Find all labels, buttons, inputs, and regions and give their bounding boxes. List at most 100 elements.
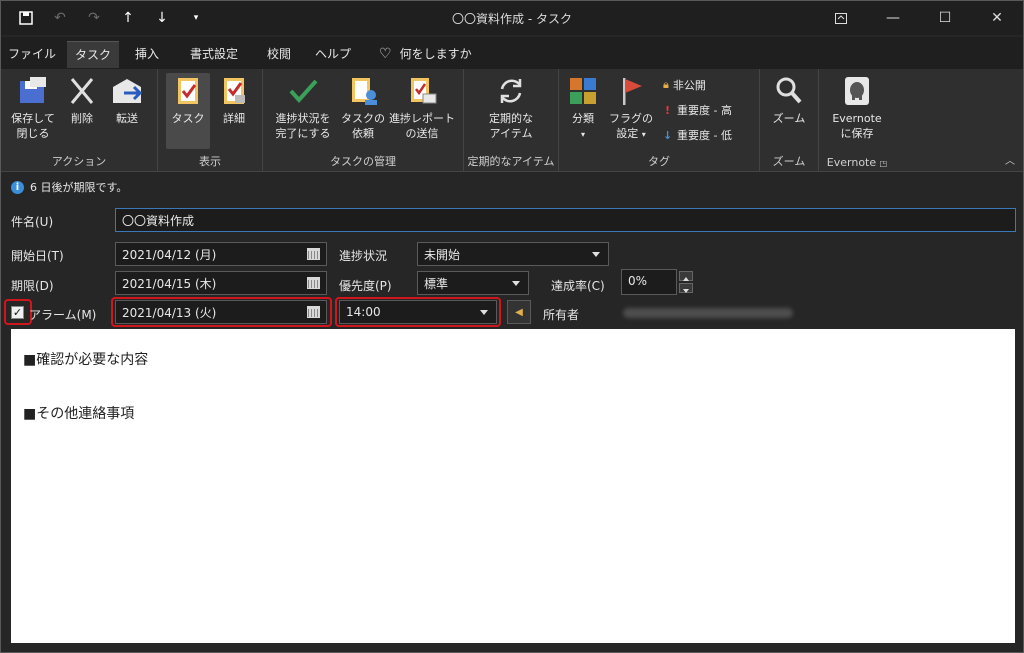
- private-label: 非公開: [672, 79, 706, 92]
- calendar-icon[interactable]: [307, 306, 320, 318]
- group-show: タスク 詳細 表示: [158, 69, 263, 171]
- flag-label-2: 設定: [616, 127, 639, 140]
- mark-complete-button[interactable]: 進捗状況を 完了にする: [269, 73, 337, 141]
- high-importance-button[interactable]: ! 重要度 - 高: [665, 102, 732, 118]
- magnifier-icon: [776, 77, 802, 104]
- evernote-icon: [845, 77, 869, 105]
- tell-me-search[interactable]: ♡ 何をしますか: [379, 41, 479, 67]
- high-importance-label: 重要度 - 高: [677, 104, 732, 117]
- priority-dropdown[interactable]: 標準: [417, 271, 529, 295]
- close-icon[interactable]: ✕: [971, 1, 1023, 35]
- group-tags: 分類 ▾ フラグの 設定 ▾ 🔒︎ 非公開 ! 重要度 - 高 ↓ 重要度 - …: [559, 69, 760, 171]
- reminder-time-value: 14:00: [346, 305, 381, 319]
- dialog-launcher-icon[interactable]: ◳: [880, 159, 888, 168]
- assign-task-button[interactable]: タスクの 依頼: [339, 73, 387, 141]
- delete-button[interactable]: 削除: [63, 73, 101, 126]
- calendar-icon[interactable]: [307, 277, 320, 289]
- zoom-button[interactable]: ズーム: [768, 73, 810, 126]
- group-manage-task: 進捗状況を 完了にする タスクの 依頼 進捗レポート の送信 タスクの管理: [263, 69, 464, 171]
- group-label-actions: アクション: [51, 155, 107, 168]
- categorize-icon: [570, 78, 596, 104]
- reminder-sound-button[interactable]: ◀︎: [507, 300, 531, 324]
- chevron-down-icon: [592, 252, 600, 257]
- categorize-button[interactable]: 分類 ▾: [565, 73, 601, 142]
- spin-down-button[interactable]: [679, 283, 693, 293]
- report-label-1: 進捗レポート: [389, 112, 455, 125]
- priority-label: 優先度(P): [339, 279, 392, 293]
- status-dropdown[interactable]: 未開始: [417, 242, 609, 266]
- complete-label-2: 完了にする: [275, 127, 331, 140]
- private-button[interactable]: 🔒︎ 非公開: [663, 77, 706, 93]
- low-importance-button[interactable]: ↓ 重要度 - 低: [663, 127, 732, 143]
- body-line-2: ■その他連絡事項: [23, 406, 135, 422]
- save-to-evernote-button[interactable]: Evernote に保存: [825, 73, 889, 141]
- flag-dropdown-icon: ▾: [641, 130, 646, 139]
- send-status-report-button[interactable]: 進捗レポート の送信: [387, 73, 457, 141]
- maximize-icon[interactable]: ☐: [919, 1, 971, 35]
- tab-format[interactable]: 書式設定: [179, 41, 249, 67]
- subject-input[interactable]: 〇〇資料作成: [115, 208, 1016, 232]
- due-date-value: 2021/04/15 (木): [122, 276, 217, 291]
- group-actions: 保存して 閉じる 削除 転送 アクション: [1, 69, 158, 171]
- lightbulb-icon: ♡: [379, 46, 392, 62]
- owner-label: 所有者: [543, 308, 580, 322]
- recurrence-button[interactable]: 定期的な アイテム: [476, 73, 546, 141]
- collapse-ribbon-icon[interactable]: ︿: [1005, 152, 1015, 167]
- flag-icon: [623, 78, 642, 105]
- details-button[interactable]: 詳細: [214, 73, 254, 126]
- tab-file[interactable]: ファイル: [7, 41, 57, 67]
- spin-up-button[interactable]: [679, 271, 693, 281]
- forward-button[interactable]: 転送: [105, 73, 149, 126]
- tab-task[interactable]: タスク: [67, 41, 119, 68]
- checkmark-icon: [289, 79, 318, 104]
- calendar-icon[interactable]: [307, 248, 320, 260]
- save-close-button[interactable]: 保存して 閉じる: [7, 73, 59, 141]
- group-label-recurrence: 定期的なアイテム: [467, 155, 555, 168]
- info-bar: i 6 日後が期限です。: [11, 179, 127, 195]
- start-date-picker[interactable]: 2021/04/12 (月): [115, 242, 327, 266]
- task-view-button[interactable]: タスク: [166, 73, 210, 149]
- down-arrow-icon: ↓: [663, 128, 673, 142]
- delete-icon: [70, 78, 94, 104]
- evernote-label-1: Evernote: [832, 112, 882, 125]
- task-view-label: タスク: [171, 112, 205, 125]
- reminder-date-value: 2021/04/13 (火): [122, 305, 217, 320]
- task-window: ↶ ↷ ↑ ↓ ▾ 〇〇資料作成 - タスク — ☐ ✕ ファイル タスク 挿入…: [0, 0, 1024, 653]
- low-importance-label: 重要度 - 低: [677, 129, 732, 142]
- recurrence-icon: [500, 79, 522, 103]
- due-info-text: 6 日後が期限です。: [30, 181, 128, 194]
- lock-icon: 🔒︎: [663, 78, 669, 91]
- ribbon-display-icon[interactable]: [815, 1, 867, 35]
- info-icon: i: [11, 180, 24, 194]
- follow-up-flag-button[interactable]: フラグの 設定 ▾: [607, 73, 655, 142]
- tab-insert[interactable]: 挿入: [127, 41, 167, 67]
- reminder-checkbox[interactable]: ✓: [11, 306, 24, 319]
- forward-icon: [113, 79, 143, 103]
- minimize-icon[interactable]: —: [867, 1, 919, 35]
- reminder-date-picker[interactable]: 2021/04/13 (火): [115, 300, 327, 324]
- forward-label: 転送: [116, 112, 138, 125]
- report-label-2: の送信: [405, 127, 439, 140]
- priority-value: 標準: [424, 276, 449, 291]
- group-label-tags: タグ: [648, 155, 670, 168]
- group-zoom: ズーム ズーム: [760, 69, 819, 171]
- percent-complete-input[interactable]: 0%: [621, 269, 677, 295]
- assign-label-2: 依頼: [352, 127, 374, 140]
- exclamation-icon: !: [665, 103, 671, 117]
- due-date-picker[interactable]: 2021/04/15 (木): [115, 271, 327, 295]
- complete-label-1: 進捗状況を: [275, 112, 331, 125]
- tab-review[interactable]: 校閲: [259, 41, 299, 67]
- tab-help[interactable]: ヘルプ: [311, 41, 355, 67]
- status-label: 進捗状況: [339, 249, 388, 263]
- assign-task-icon: [352, 78, 377, 105]
- zoom-label: ズーム: [772, 112, 806, 125]
- details-icon: [224, 78, 245, 104]
- task-body-editor[interactable]: ■確認が必要な内容 ■その他連絡事項: [11, 329, 1015, 643]
- reminder-time-dropdown[interactable]: 14:00: [339, 300, 497, 324]
- group-label-evernote: Evernote ◳: [826, 156, 888, 169]
- save-close-icon: [20, 77, 46, 103]
- title-bar: ↶ ↷ ↑ ↓ ▾ 〇〇資料作成 - タスク — ☐ ✕: [1, 1, 1023, 35]
- delete-label: 削除: [71, 112, 93, 125]
- task-icon: [178, 78, 198, 104]
- categorize-dropdown-icon: ▾: [580, 130, 585, 139]
